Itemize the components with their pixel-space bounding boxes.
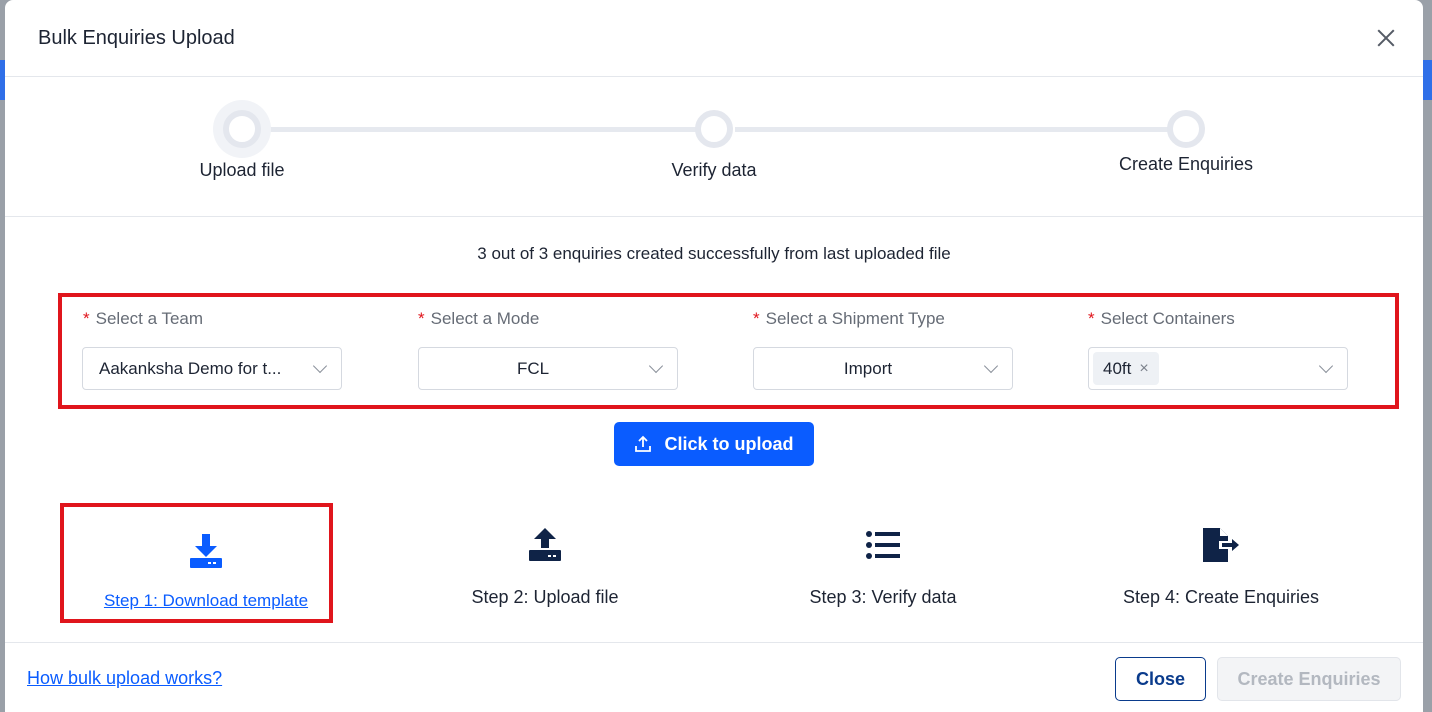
stepper-label-create: Create Enquiries — [1118, 154, 1254, 174]
backdrop-edge — [1422, 60, 1432, 100]
step4-label: Step 4: Create Enquiries — [1122, 587, 1320, 607]
stepper-label-upload: Upload file — [199, 160, 285, 180]
chevron-down-icon — [1318, 358, 1334, 374]
step-card-download: Step 1: Download template — [71, 520, 341, 611]
container-tag-label: 40ft — [1103, 358, 1132, 378]
how-bulk-upload-works-link[interactable]: How bulk upload works? — [27, 668, 222, 689]
shipment-type-select[interactable]: Import — [753, 347, 1013, 390]
shipment-type-field: * Select a Shipment Type — [753, 309, 945, 329]
containers-select[interactable]: 40ft × — [1088, 347, 1348, 390]
modal-footer: How bulk upload works? Close Create Enqu… — [5, 642, 1423, 712]
close-icon[interactable] — [1375, 27, 1397, 49]
stepper-label-verify: Verify data — [671, 160, 757, 180]
download-icon[interactable] — [71, 532, 341, 572]
required-marker: * — [753, 309, 760, 328]
status-message: 3 out of 3 enquiries created successfull… — [477, 244, 951, 263]
step-card-verify: Step 3: Verify data — [748, 520, 1018, 608]
containers-field: * Select Containers — [1088, 309, 1235, 329]
required-marker: * — [83, 309, 90, 328]
mode-field: * Select a Mode — [418, 309, 539, 329]
upload-icon — [635, 435, 652, 452]
remove-tag-icon[interactable]: × — [1139, 360, 1148, 378]
download-template-link[interactable]: Step 1: Download template — [104, 591, 308, 610]
team-select[interactable]: Aakanksha Demo for t... — [82, 347, 342, 390]
required-marker: * — [1088, 309, 1095, 328]
team-value: Aakanksha Demo for t... — [99, 358, 282, 378]
click-to-upload-label: Click to upload — [664, 433, 794, 454]
close-button[interactable]: Close — [1115, 657, 1206, 701]
progress-stepper: Upload file Verify data Create Enquiries — [5, 77, 1423, 217]
stepper-node-verify — [695, 110, 733, 148]
modal-title: Bulk Enquiries Upload — [38, 26, 235, 49]
file-export-icon — [1086, 525, 1356, 565]
step2-label: Step 2: Upload file — [471, 587, 619, 607]
step-card-create: Step 4: Create Enquiries — [1086, 520, 1356, 608]
step3-label: Step 3: Verify data — [809, 587, 957, 607]
shipment-type-label: * Select a Shipment Type — [753, 309, 945, 328]
stepper-node-create — [1167, 110, 1205, 148]
stepper-connector — [262, 127, 700, 132]
mode-select[interactable]: FCL — [418, 347, 678, 390]
stepper-node-upload — [223, 110, 261, 148]
bulk-upload-modal: Bulk Enquiries Upload Upload file Verify… — [5, 0, 1423, 712]
modal-header: Bulk Enquiries Upload — [5, 0, 1423, 77]
containers-label: * Select Containers — [1088, 309, 1235, 328]
required-marker: * — [418, 309, 425, 328]
shipment-type-value: Import — [843, 358, 893, 378]
team-label: * Select a Team — [83, 309, 204, 328]
selectors-highlight: * Select a Team Aakanksha Demo for t... *… — [58, 293, 1399, 409]
upload-tray-icon — [410, 525, 680, 565]
stepper-connector — [735, 127, 1173, 132]
mode-label: * Select a Mode — [418, 309, 540, 328]
list-icon — [748, 525, 1018, 565]
mode-value: FCL — [516, 358, 550, 378]
click-to-upload-button[interactable]: Click to upload — [614, 422, 814, 466]
create-enquiries-button: Create Enquiries — [1217, 657, 1401, 701]
step-card-upload: Step 2: Upload file — [410, 520, 680, 608]
team-field: * Select a Team — [83, 309, 203, 329]
container-tag: 40ft × — [1093, 352, 1159, 385]
